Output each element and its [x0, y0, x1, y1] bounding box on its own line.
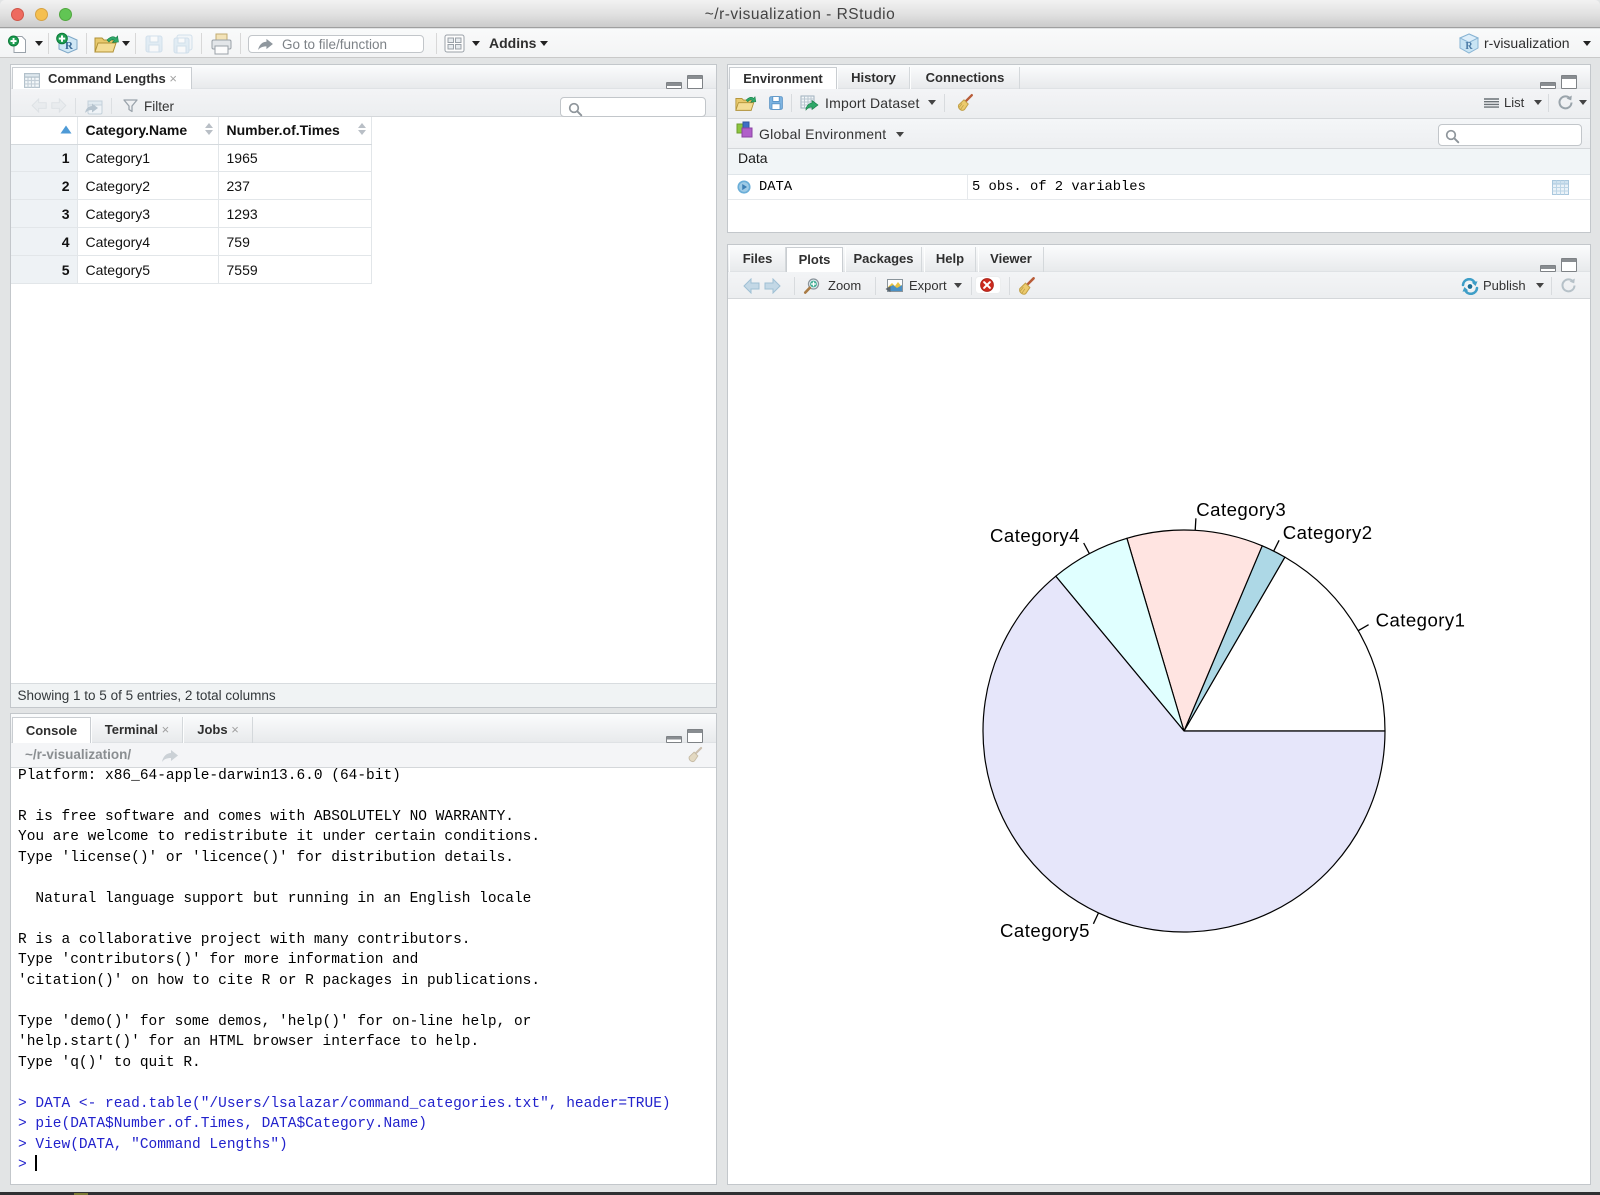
svg-text:R: R [1465, 41, 1473, 52]
svg-text:Category5: Category5 [1000, 920, 1090, 941]
svg-text:Category4: Category4 [990, 525, 1080, 546]
svg-text:Category2: Category2 [1283, 522, 1373, 543]
svg-text:Category1: Category1 [1376, 610, 1466, 631]
svg-text:Category3: Category3 [1196, 499, 1286, 520]
